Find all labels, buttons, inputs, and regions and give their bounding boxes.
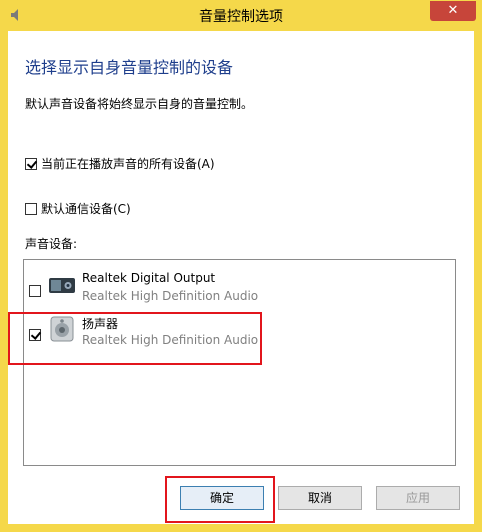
volume-options-dialog: 音量控制选项 ✕ 选择显示自身音量控制的设备 默认声音设备将始终显示自身的音量控…: [0, 0, 482, 532]
device-checkbox-digital-output[interactable]: [29, 285, 41, 297]
dialog-client-area: 选择显示自身音量控制的设备 默认声音设备将始终显示自身的音量控制。 当前正在播放…: [8, 31, 474, 524]
title-bar[interactable]: 音量控制选项 ✕: [0, 0, 482, 30]
speaker-highlight-box: [8, 312, 262, 365]
device-row-digital-output[interactable]: Realtek Digital Output Realtek High Defi…: [24, 266, 455, 310]
default-comm-device-option[interactable]: 默认通信设备(C): [25, 200, 131, 217]
device-driver-digital-output: Realtek High Definition Audio: [82, 289, 259, 303]
default-comm-device-checkbox[interactable]: [25, 202, 37, 215]
close-icon: ✕: [447, 3, 459, 18]
sound-devices-label: 声音设备:: [25, 237, 78, 251]
all-playing-devices-label: 当前正在播放声音的所有设备(A): [41, 157, 215, 171]
digital-output-icon: [49, 278, 75, 293]
apply-button[interactable]: 应用: [376, 486, 460, 510]
all-playing-devices-checkbox[interactable]: [25, 157, 37, 170]
all-playing-devices-option[interactable]: 当前正在播放声音的所有设备(A): [25, 155, 215, 172]
window-title: 音量控制选项: [199, 9, 283, 25]
main-instruction: 选择显示自身音量控制的设备: [25, 58, 234, 77]
close-button[interactable]: ✕: [430, 1, 476, 21]
description-text: 默认声音设备将始终显示自身的音量控制。: [25, 97, 254, 111]
cancel-button[interactable]: 取消: [278, 486, 362, 510]
device-name-digital-output: Realtek Digital Output: [82, 271, 216, 285]
default-comm-device-label: 默认通信设备(C): [41, 202, 131, 216]
ok-button-highlight-box: [165, 476, 275, 523]
